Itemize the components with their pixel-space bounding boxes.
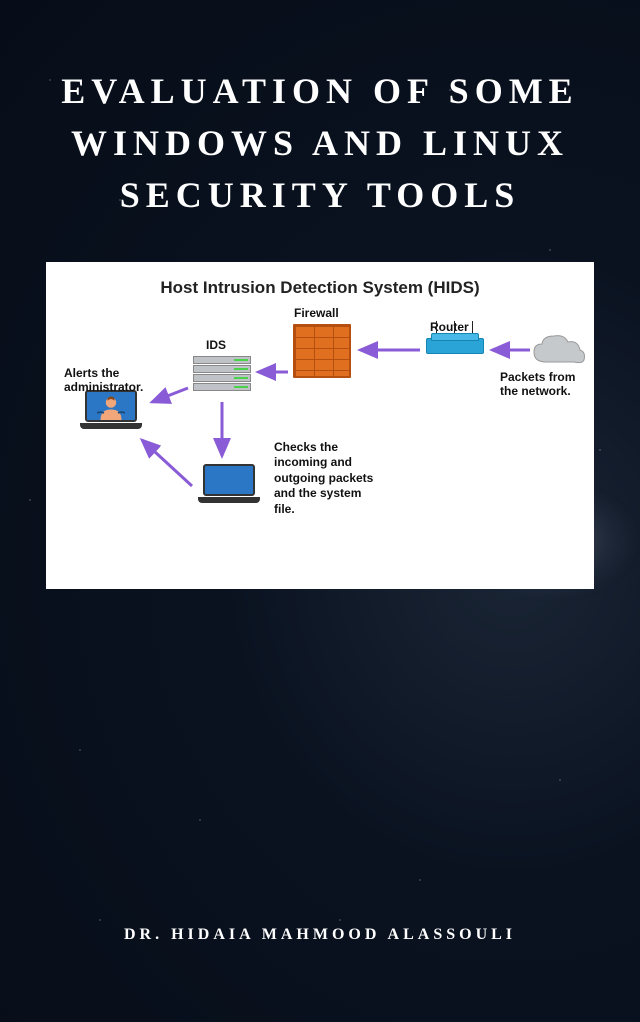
ids-icon: [193, 356, 251, 394]
cloud-icon: [528, 330, 588, 370]
diagram-canvas: Firewall Router IDS: [58, 312, 582, 567]
packets-label: Packets from the network.: [500, 370, 580, 399]
firewall-icon: [293, 324, 351, 378]
host-laptop-icon: [198, 464, 260, 508]
diagram-panel: Host Intrusion Detection System (HIDS) F…: [46, 262, 594, 589]
author-name: DR. HIDAIA MAHMOOD ALASSOULI: [0, 926, 640, 944]
diagram-title: Host Intrusion Detection System (HIDS): [58, 278, 582, 298]
firewall-label: Firewall: [294, 306, 339, 320]
admin-laptop-icon: [80, 390, 142, 434]
checks-label: Checks the incoming and outgoing packets…: [274, 440, 374, 518]
ids-label: IDS: [206, 338, 226, 352]
alerts-label: Alerts the administrator.: [64, 366, 144, 395]
router-icon: [426, 338, 486, 366]
